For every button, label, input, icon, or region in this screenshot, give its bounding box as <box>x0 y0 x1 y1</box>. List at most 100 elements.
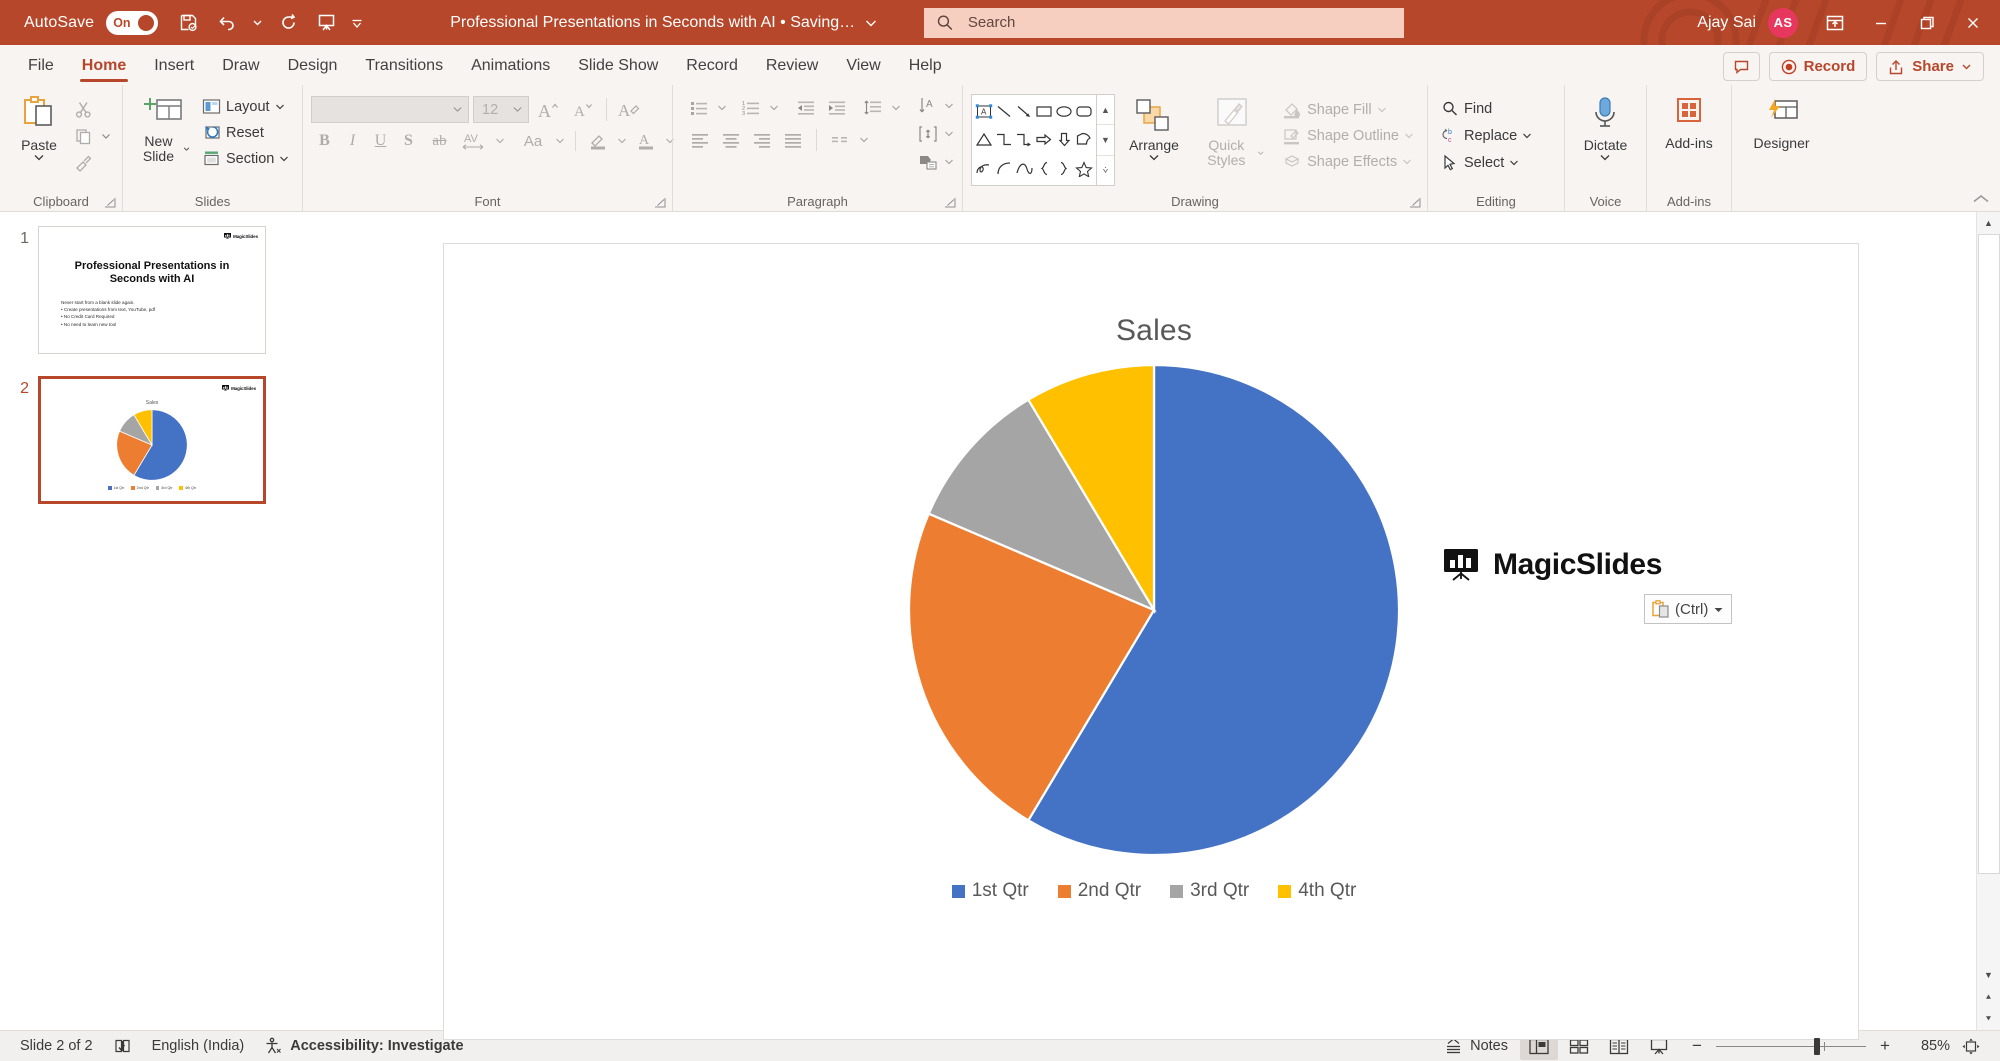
numbering-button[interactable]: 1 2 3 <box>737 95 765 121</box>
add-ins-button[interactable]: Add-ins <box>1658 92 1719 154</box>
shape-elbow-arrow[interactable] <box>1014 126 1034 155</box>
increase-font-size-button[interactable]: A <box>533 95 564 124</box>
format-painter-button[interactable] <box>70 150 97 176</box>
avatar[interactable]: AS <box>1768 7 1798 38</box>
shape-outline-button[interactable]: Shape Outline <box>1277 123 1419 148</box>
decrease-indent-button[interactable] <box>791 95 821 121</box>
language-indicator[interactable]: English (India) <box>142 1033 255 1060</box>
shape-elbow-connector[interactable] <box>994 126 1014 155</box>
text-direction-button[interactable]: A <box>915 93 941 119</box>
legend-item-2nd-qtr[interactable]: 2nd Qtr <box>1057 880 1141 902</box>
layout-button[interactable]: Layout <box>197 94 294 119</box>
smartart-dropdown[interactable] <box>941 149 956 175</box>
columns-dropdown[interactable] <box>856 127 872 153</box>
line-spacing-button[interactable] <box>859 95 887 121</box>
zoom-slider-handle[interactable] <box>1813 1037 1820 1055</box>
find-button[interactable]: Find <box>1436 96 1537 121</box>
shape-down-arrow[interactable] <box>1054 126 1074 155</box>
bold-button[interactable]: B <box>311 128 338 154</box>
text-highlight-dropdown[interactable] <box>614 128 630 154</box>
tab-view[interactable]: View <box>832 47 894 85</box>
record-button[interactable]: Record <box>1768 52 1868 81</box>
scrollbar-thumb[interactable] <box>1977 234 2000 874</box>
new-slide-button[interactable]: New Slide <box>131 92 197 167</box>
previous-slide-button[interactable]: ⯅ <box>1978 986 2000 1008</box>
change-case-dropdown[interactable] <box>552 128 568 154</box>
bullets-dropdown[interactable] <box>714 95 730 121</box>
change-case-button[interactable]: Aa <box>515 128 551 154</box>
fit-slide-to-window-button[interactable] <box>1952 1033 1990 1060</box>
undo-dropdown[interactable] <box>246 6 268 40</box>
font-color-button[interactable]: A <box>631 128 661 154</box>
tab-draw[interactable]: Draw <box>208 47 273 85</box>
justify-button[interactable] <box>778 127 808 153</box>
align-left-button[interactable] <box>685 127 715 153</box>
underline-button[interactable]: U <box>367 128 394 154</box>
font-name-input[interactable] <box>311 96 469 123</box>
shape-gallery[interactable]: A ▲ ▼ ⩒ <box>971 94 1115 186</box>
zoom-slider-track[interactable] <box>1716 1037 1866 1055</box>
save-button[interactable] <box>170 6 206 40</box>
align-right-button[interactable] <box>747 127 777 153</box>
shape-fill-button[interactable]: Shape Fill <box>1277 97 1419 122</box>
shape-left-brace[interactable] <box>1034 154 1054 183</box>
tab-help[interactable]: Help <box>895 47 956 85</box>
scroll-down-button[interactable]: ▼ <box>1978 964 2000 986</box>
arrange-button[interactable]: Arrange <box>1121 94 1187 165</box>
shape-effects-button[interactable]: Shape Effects <box>1277 149 1419 174</box>
minimize-button[interactable] <box>1858 0 1904 45</box>
shape-curve[interactable] <box>1014 154 1034 183</box>
convert-to-smartart-button[interactable] <box>915 149 941 175</box>
document-title[interactable]: Professional Presentations in Seconds wi… <box>450 14 878 32</box>
shape-arc[interactable] <box>994 154 1014 183</box>
shape-triangle[interactable] <box>974 126 994 155</box>
shape-gallery-scroll-down[interactable]: ▼ <box>1097 125 1114 156</box>
text-direction-dropdown[interactable] <box>941 93 956 119</box>
section-button[interactable]: Section <box>197 146 294 171</box>
dialog-launcher-icon[interactable] <box>654 197 666 209</box>
character-spacing-dropdown[interactable] <box>492 128 508 154</box>
shape-scribble[interactable] <box>974 154 994 183</box>
undo-button[interactable] <box>208 6 244 40</box>
reset-button[interactable]: Reset <box>197 120 294 145</box>
shape-right-brace[interactable] <box>1054 154 1074 183</box>
align-text-button[interactable] <box>915 121 941 147</box>
redo-button[interactable] <box>270 6 306 40</box>
line-spacing-dropdown[interactable] <box>888 95 904 121</box>
quick-styles-button[interactable]: Quick Styles <box>1193 94 1271 171</box>
shape-rectangle[interactable] <box>1034 97 1054 126</box>
dialog-launcher-icon[interactable] <box>944 197 956 209</box>
shape-rounded-rectangle[interactable] <box>1074 97 1094 126</box>
search-input[interactable] <box>967 14 1393 31</box>
designer-button[interactable]: Designer <box>1746 92 1816 154</box>
legend-item-3rd-qtr[interactable]: 3rd Qtr <box>1170 880 1249 902</box>
customize-quick-access-button[interactable] <box>346 6 368 40</box>
start-presentation-button[interactable] <box>308 6 344 40</box>
zoom-in-button[interactable]: + <box>1876 1036 1894 1056</box>
shape-gallery-scroll-up[interactable]: ▲ <box>1097 95 1114 126</box>
clear-formatting-button[interactable]: A <box>614 95 645 124</box>
legend-item-1st-qtr[interactable]: 1st Qtr <box>951 880 1029 902</box>
shape-freeform[interactable] <box>1074 126 1094 155</box>
shape-textbox[interactable]: A <box>974 97 994 126</box>
tab-home[interactable]: Home <box>68 47 140 85</box>
align-text-dropdown[interactable] <box>941 121 956 147</box>
collapse-ribbon-icon[interactable] <box>1970 193 1992 205</box>
tab-file[interactable]: File <box>14 47 68 85</box>
text-highlight-button[interactable] <box>583 128 613 154</box>
pie-chart[interactable]: Sales 1st Qtr 2nd Qtr 3rd Qtr 4th Qtr <box>789 314 1519 1014</box>
tab-review[interactable]: Review <box>752 47 832 85</box>
shape-oval[interactable] <box>1054 97 1074 126</box>
slide-indicator[interactable]: Slide 2 of 2 <box>10 1033 103 1060</box>
paste-options-button[interactable]: (Ctrl) <box>1644 594 1733 624</box>
cut-button[interactable] <box>70 96 97 122</box>
bullets-button[interactable] <box>685 95 713 121</box>
font-size-input[interactable]: 12 <box>473 96 529 123</box>
copy-dropdown[interactable] <box>97 123 114 149</box>
tab-animations[interactable]: Animations <box>457 47 564 85</box>
dialog-launcher-icon[interactable] <box>1409 197 1421 209</box>
tab-transitions[interactable]: Transitions <box>351 47 457 85</box>
italic-button[interactable]: I <box>339 128 366 154</box>
close-button[interactable] <box>1950 0 1996 45</box>
dialog-launcher-icon[interactable] <box>104 197 116 209</box>
